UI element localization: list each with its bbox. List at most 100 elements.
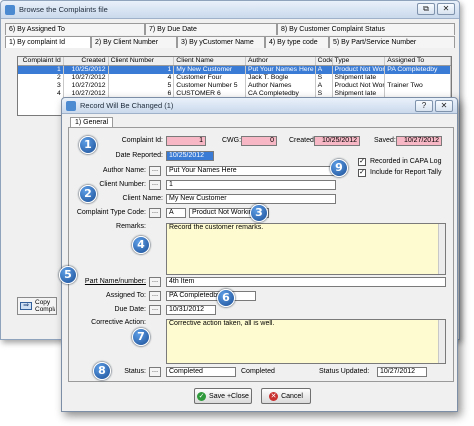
callout-5: 5: [59, 266, 77, 284]
table-row[interactable]: 3 10/27/2012 5 Customer Number 5 Author …: [18, 82, 451, 90]
tab-by-type-code[interactable]: 4) By type code: [265, 36, 329, 48]
tab-by-part-number[interactable]: 5) By Part/Service Number: [329, 36, 455, 48]
recorded-capa-label: Recorded in CAPA Log: [370, 158, 442, 165]
due-date-label: Due Date:: [114, 306, 146, 313]
due-date-field[interactable]: 10/31/2012: [166, 305, 216, 315]
recorded-capa-checkbox[interactable]: ✓: [358, 158, 366, 166]
tab-by-complaint-id[interactable]: 1) By complaint Id: [5, 36, 91, 48]
part-lookup-button[interactable]: …: [149, 277, 161, 287]
tab-by-due-date[interactable]: 7) By Due Date: [145, 23, 277, 35]
cancel-button[interactable]: ✕ Cancel: [261, 388, 311, 404]
cell: 1: [18, 66, 64, 74]
help-button[interactable]: ?: [415, 100, 433, 112]
callout-6: 6: [217, 289, 235, 307]
col-code[interactable]: Code: [316, 57, 333, 65]
date-reported-label: Date Reported:: [115, 152, 163, 159]
cwg-field: 0: [241, 136, 277, 146]
tab-by-client-number[interactable]: 2) By Client Number: [91, 36, 177, 48]
col-complaint-id[interactable]: Complaint Id: [18, 57, 64, 65]
close-button[interactable]: ✕: [437, 3, 455, 15]
cell: 4: [18, 90, 64, 98]
type-code-field[interactable]: A: [166, 208, 186, 218]
complaint-id-field: 1: [166, 136, 206, 146]
type-code-label: Complaint Type Code:: [76, 209, 146, 216]
remarks-scrollbar[interactable]: [438, 224, 445, 274]
cancel-icon: ✕: [269, 391, 279, 401]
corrective-text: Corrective action taken, all is well.: [169, 320, 275, 327]
status-updated-label: Status Updated:: [319, 368, 370, 375]
corrective-action-label: Corrective Action:: [91, 319, 146, 326]
created-field: 10/25/2012: [314, 136, 360, 146]
assigned-lookup-button[interactable]: …: [149, 291, 161, 301]
due-date-picker-button[interactable]: …: [149, 305, 161, 315]
cell: PA Completedby: [385, 66, 451, 74]
cell: Product Not Working: [334, 82, 386, 90]
saved-field: 10/27/2012: [396, 136, 442, 146]
include-tally-checkbox[interactable]: ✓: [358, 169, 366, 177]
created-label: Created:: [289, 137, 316, 144]
arrow-right-icon: ⇒: [20, 302, 32, 310]
client-name-label: Client Name:: [122, 195, 163, 202]
cell: Product Not Working: [334, 66, 386, 74]
callout-1: 1: [79, 136, 97, 154]
cell: [385, 74, 451, 82]
complaint-id-label: Complaint Id:: [121, 137, 163, 144]
type-code-lookup-button[interactable]: …: [149, 208, 161, 218]
cell: 2: [18, 74, 64, 82]
cancel-label: Cancel: [281, 392, 303, 400]
cell: 10/25/2012: [64, 66, 109, 74]
callout-7: 7: [132, 328, 150, 346]
cell: Customer Four: [174, 74, 246, 82]
copy-to-capa-button[interactable]: ⇒ Copy Complaint to CAPA log: [17, 297, 57, 315]
dialog-title: Record Will Be Changed (1): [80, 101, 174, 110]
part-label: Part Name/number:: [84, 278, 146, 285]
dialog-close-button[interactable]: ✕: [435, 100, 453, 112]
dialog-app-icon: [66, 100, 76, 111]
checkmark-icon: ✓: [197, 391, 207, 401]
table-row[interactable]: 1 10/25/2012 1 My New Customer Put Your …: [18, 66, 451, 74]
assigned-to-field[interactable]: PA Completedby: [166, 291, 256, 301]
col-type[interactable]: Type: [333, 57, 386, 65]
corrective-action-field[interactable]: Corrective action taken, all is well.: [166, 319, 446, 364]
cell: A: [316, 66, 333, 74]
remarks-field[interactable]: Record the customer remarks.: [166, 223, 446, 275]
dialog-titlebar: Record Will Be Changed (1) ? ✕: [62, 98, 457, 114]
col-created[interactable]: Created: [64, 57, 109, 65]
callout-4: 4: [132, 236, 150, 254]
tab-by-assigned-to[interactable]: 6) By Assigned To: [5, 23, 145, 35]
browse-titlebar: Browse the Complaints file ⧉ ✕: [1, 1, 459, 19]
cell: A: [316, 82, 333, 90]
tab-by-status[interactable]: 8) By Customer Complaint Status: [277, 23, 455, 35]
tab-by-customer-name[interactable]: 3) By yCustomer Name: [177, 36, 265, 48]
remarks-text: Record the customer remarks.: [169, 224, 264, 231]
callout-3: 3: [250, 204, 268, 222]
client-lookup-button[interactable]: …: [149, 180, 161, 190]
author-name-field[interactable]: Put Your Names Here: [166, 166, 336, 176]
cell: Trainer Two: [385, 82, 451, 90]
restore-button[interactable]: ⧉: [417, 3, 435, 15]
table-row[interactable]: 2 10/27/2012 4 Customer Four Jack T. Bog…: [18, 74, 451, 82]
cell: 10/27/2012: [64, 82, 109, 90]
client-number-field[interactable]: 1: [166, 180, 336, 190]
col-client-name[interactable]: Client Name: [174, 57, 246, 65]
cell: 3: [18, 82, 64, 90]
date-reported-field[interactable]: 10/25/2012: [166, 151, 214, 161]
col-client-number[interactable]: Client Number: [109, 57, 175, 65]
cell: Shipment late: [333, 74, 386, 82]
client-name-field[interactable]: My New Customer: [166, 194, 336, 204]
cell: Put Your Names Here: [247, 66, 316, 74]
part-field[interactable]: 4th Item: [166, 277, 446, 287]
status-lookup-button[interactable]: …: [149, 367, 161, 377]
cell: 1: [109, 66, 175, 74]
author-lookup-button[interactable]: …: [149, 166, 161, 176]
assigned-to-label: Assigned To:: [106, 292, 146, 299]
grid-header: Complaint Id Created Client Number Clien…: [18, 57, 451, 66]
corrective-scrollbar[interactable]: [438, 320, 445, 363]
col-assigned-to[interactable]: Assigned To: [385, 57, 451, 65]
save-close-button[interactable]: ✓ Save +Close: [194, 388, 252, 404]
col-author[interactable]: Author: [246, 57, 316, 65]
cell: S: [316, 74, 333, 82]
client-number-label: Client Number:: [99, 181, 146, 188]
include-tally-label: Include for Report Tally: [370, 169, 442, 176]
status-field[interactable]: Completed: [166, 367, 236, 377]
